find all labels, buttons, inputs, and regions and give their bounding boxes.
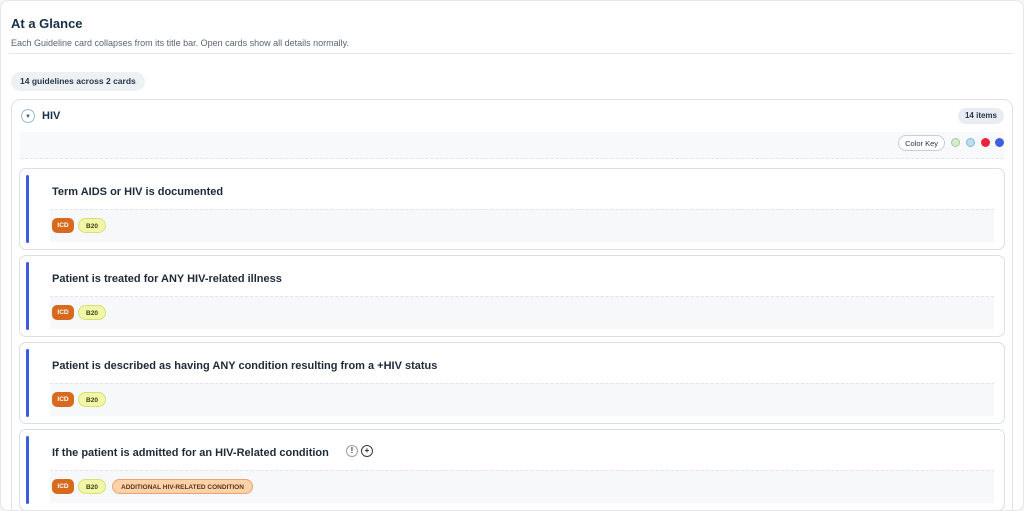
icd-tag: ICD — [52, 305, 74, 320]
group-title-bar[interactable]: ▼ HIV 14 items — [12, 100, 1012, 132]
page-title: At a Glance — [11, 16, 83, 31]
code-tag: B20 — [78, 218, 106, 233]
card-title: Term AIDS or HIV is documented — [52, 186, 224, 198]
legend-dot-green — [951, 138, 960, 147]
collapse-toggle-icon[interactable]: ▼ — [21, 109, 35, 123]
guideline-card[interactable]: Patient is treated for ANY HIV-related i… — [19, 255, 1005, 337]
card-accent-bar — [26, 349, 29, 417]
add-icon[interactable]: + — [361, 445, 373, 457]
card-accent-bar — [26, 175, 29, 243]
icd-tag: ICD — [52, 479, 74, 494]
guideline-group-hiv: ▼ HIV 14 items Color Key Term AIDS or HI… — [11, 99, 1013, 510]
color-key-button[interactable]: Color Key — [898, 135, 945, 151]
info-icon[interactable]: ! — [346, 445, 358, 457]
guideline-card[interactable]: Term AIDS or HIV is documented ICD B20 — [19, 168, 1005, 250]
code-tag: B20 — [78, 305, 106, 320]
card-tags: ICD B20 — [50, 209, 994, 242]
icd-tag: ICD — [52, 218, 74, 233]
page-subtitle: Each Guideline card collapses from its t… — [11, 38, 349, 48]
card-title: If the patient is admitted for an HIV-Re… — [52, 447, 329, 459]
card-tags: ICD B20 — [50, 383, 994, 416]
page-header: At a Glance Each Guideline card collapse… — [11, 15, 1011, 49]
icd-tag: ICD — [52, 392, 74, 407]
at-a-glance-page: At a Glance Each Guideline card collapse… — [0, 0, 1024, 511]
card-accent-bar — [26, 436, 29, 504]
legend-dot-blue — [966, 138, 975, 147]
card-tags: ICD B20 — [50, 296, 994, 329]
guideline-card[interactable]: Patient is described as having ANY condi… — [19, 342, 1005, 424]
guideline-card[interactable]: If the patient is admitted for an HIV-Re… — [19, 429, 1005, 510]
header-divider — [9, 53, 1013, 54]
summary-badge: 14 guidelines across 2 cards — [11, 72, 145, 91]
code-tag: B20 — [78, 479, 106, 494]
legend-dot-red — [981, 138, 990, 147]
legend-bar: Color Key — [20, 132, 1004, 159]
card-title: Patient is treated for ANY HIV-related i… — [52, 273, 282, 285]
code-tag: B20 — [78, 392, 106, 407]
card-title: Patient is described as having ANY condi… — [52, 360, 438, 372]
legend-dot-indigo — [995, 138, 1004, 147]
card-accent-bar — [26, 262, 29, 330]
group-name: HIV — [42, 110, 61, 122]
card-tags: ICD B20 ADDITIONAL HIV-RELATED CONDITION — [50, 470, 994, 503]
item-count-badge: 14 items — [957, 108, 1004, 124]
condition-tag: ADDITIONAL HIV-RELATED CONDITION — [112, 479, 253, 494]
